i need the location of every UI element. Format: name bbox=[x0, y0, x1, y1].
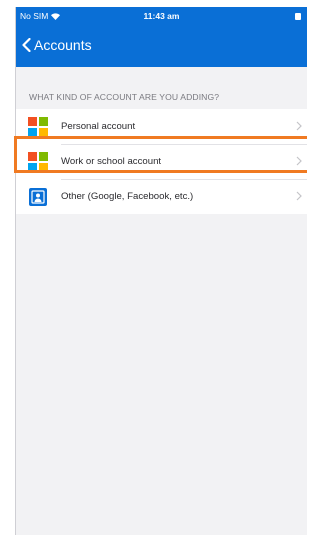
account-type-list: Personal account Work or school account bbox=[16, 109, 307, 214]
work-or-school-account-label: Work or school account bbox=[61, 156, 162, 167]
back-label: Accounts bbox=[34, 37, 92, 53]
screenshot-frame: No SIM 11:43 am Accounts WHAT KIND OF AC… bbox=[0, 0, 307, 535]
work-or-school-account-row[interactable]: Work or school account bbox=[16, 144, 307, 179]
chevron-right-icon bbox=[296, 191, 302, 201]
status-time: 11:43 am bbox=[143, 11, 180, 21]
back-button[interactable]: Accounts bbox=[22, 37, 92, 53]
personal-account-row[interactable]: Personal account bbox=[16, 109, 307, 144]
navigation-bar: Accounts bbox=[16, 27, 307, 67]
phone-screen: No SIM 11:43 am Accounts WHAT KIND OF AC… bbox=[15, 7, 307, 535]
person-contact-icon bbox=[29, 187, 47, 206]
status-bar: No SIM 11:43 am bbox=[16, 7, 307, 27]
microsoft-logo-icon bbox=[28, 116, 48, 137]
chevron-left-icon bbox=[22, 38, 31, 52]
microsoft-logo-icon bbox=[28, 151, 48, 172]
battery-icon bbox=[295, 13, 301, 20]
personal-account-label: Personal account bbox=[61, 121, 136, 132]
chevron-right-icon bbox=[296, 156, 302, 166]
other-account-label: Other (Google, Facebook, etc.) bbox=[61, 191, 194, 202]
section-header: WHAT KIND OF ACCOUNT ARE YOU ADDING? bbox=[29, 92, 220, 102]
other-account-row[interactable]: Other (Google, Facebook, etc.) bbox=[16, 179, 307, 214]
chevron-right-icon bbox=[296, 121, 302, 131]
